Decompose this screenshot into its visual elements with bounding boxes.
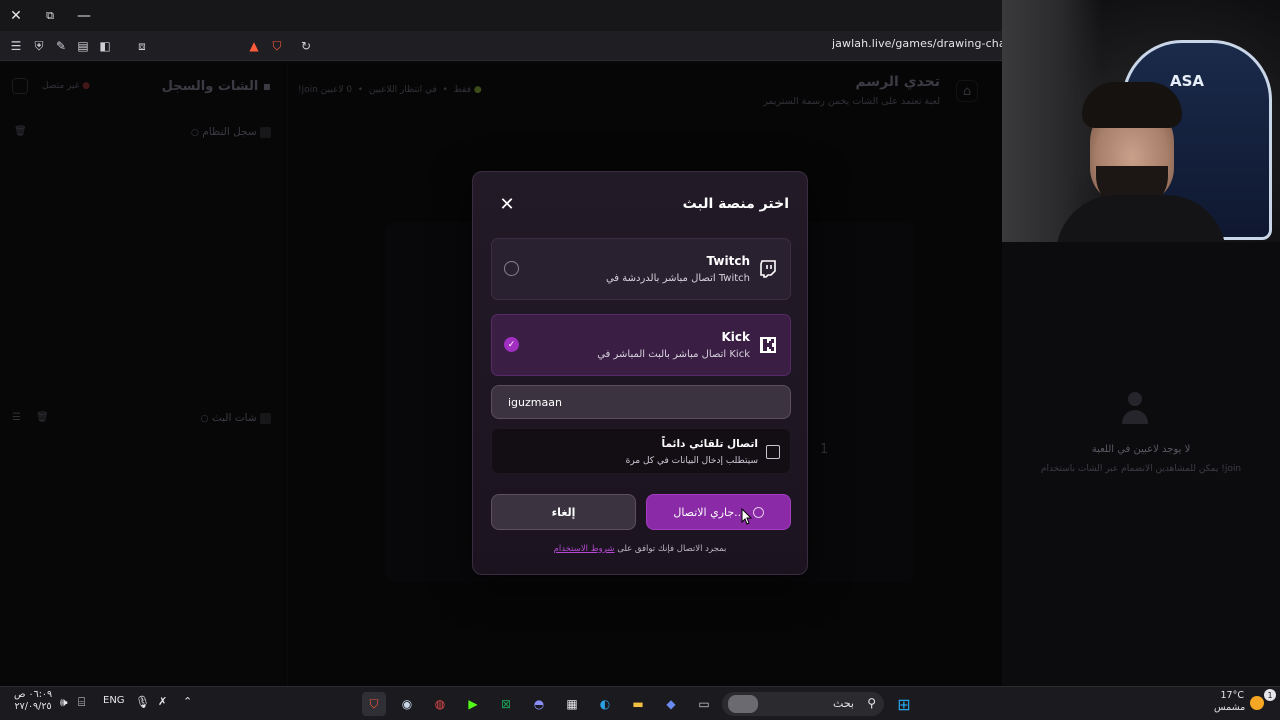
user-icon xyxy=(1120,392,1150,428)
connect-button[interactable]: جاري الاتصال... xyxy=(646,494,791,530)
terms-text: بمجرد الاتصال فإنك توافق على شروط الاستخ… xyxy=(553,544,727,554)
obs-app-icon[interactable]: ◍ xyxy=(428,692,452,716)
browser-titlebar: ✕ ⧉ — xyxy=(0,0,1002,31)
browser-toolbar: ☰ ⛨ ✎ ▤ ◧ ⧈ ▲ ⛉ ↻ jawlah.live/games/draw… xyxy=(0,31,1002,61)
copilot-app-icon[interactable]: ◆ xyxy=(659,692,683,716)
start-icon[interactable]: ⊞ xyxy=(892,692,916,716)
kick-name: Kick xyxy=(721,330,750,344)
search-highlight-icon xyxy=(728,695,758,713)
search-icon: ⚲ xyxy=(867,696,876,710)
twitch-desc: اتصال مباشر بالدردشة في Twitch xyxy=(605,273,750,284)
chevron-up-icon[interactable]: ⌃ xyxy=(183,695,192,708)
reader-icon[interactable]: ▤ xyxy=(74,37,92,55)
minimize-window-icon[interactable]: — xyxy=(74,6,94,26)
modal-title: اختر منصة البث xyxy=(682,196,789,212)
auto-connect-option[interactable]: اتصال تلقائي دائماً سيتطلب إدخال البيانا… xyxy=(491,428,791,474)
network-icon[interactable]: ⌸ xyxy=(78,695,85,710)
platform-option-kick[interactable]: ✓ Kick اتصال مباشر بالبث المباشر في Kick xyxy=(491,314,791,376)
players-panel: لا يوجد لاعبين في اللعبة يمكن للمشاهدين … xyxy=(1002,242,1280,686)
edge-app-icon[interactable]: ◐ xyxy=(593,692,617,716)
reload-icon[interactable]: ↻ xyxy=(297,37,315,55)
excel-app-icon[interactable]: ⊠ xyxy=(494,692,518,716)
close-window-icon[interactable]: ✕ xyxy=(6,6,26,26)
search-box[interactable]: بحث ⚲ xyxy=(722,692,884,716)
connect-label: جاري الاتصال... xyxy=(673,505,745,519)
task-view-icon[interactable]: ▭ xyxy=(692,692,716,716)
volume-icon[interactable]: 🕪 xyxy=(60,695,68,710)
close-icon[interactable]: ✕ xyxy=(497,194,517,215)
kick-icon xyxy=(758,335,778,355)
auto-connect-checkbox[interactable] xyxy=(766,445,780,459)
cancel-button[interactable]: إلغاء xyxy=(491,494,636,530)
no-players-hint: يمكن للمشاهدين الانضمام عبر الشات باستخد… xyxy=(1040,464,1242,474)
menu-icon[interactable]: ☰ xyxy=(7,37,25,55)
clock[interactable]: ٠٦:٠٩ ص ٢٧/٠٩/٢٥ xyxy=(14,689,52,713)
weather-widget[interactable]: 17°C مشمس xyxy=(1214,690,1245,714)
platform-option-twitch[interactable]: Twitch اتصال مباشر بالدردشة في Twitch xyxy=(491,238,791,300)
auto-connect-desc: سيتطلب إدخال البيانات في كل مرة xyxy=(625,456,758,466)
sidebar-icon[interactable]: ◧ xyxy=(96,37,114,55)
chair-logo: ASA xyxy=(1170,72,1205,90)
mute-icon[interactable]: ✗ xyxy=(158,695,167,708)
store-app-icon[interactable]: ▦ xyxy=(560,692,584,716)
microphone-icon[interactable]: 🎙 xyxy=(135,695,150,709)
shield-icon[interactable]: ⛨ xyxy=(30,37,48,55)
restore-window-icon[interactable]: ⧉ xyxy=(40,6,60,26)
twitch-icon xyxy=(758,259,778,279)
webcam-feed: ASA xyxy=(1002,0,1280,242)
terms-link[interactable]: شروط الاستخدام xyxy=(554,544,615,554)
twitch-name: Twitch xyxy=(706,254,750,268)
language-indicator[interactable]: ENG xyxy=(103,695,125,706)
auto-connect-title: اتصال تلقائي دائماً xyxy=(661,438,758,450)
platform-modal: ✕ اختر منصة البث Twitch اتصال مباشر بالد… xyxy=(472,171,808,575)
notification-badge[interactable]: 1 xyxy=(1264,689,1276,701)
spinner-icon xyxy=(752,506,764,518)
search-placeholder: بحث xyxy=(833,697,854,710)
twitch-radio[interactable] xyxy=(504,261,519,276)
rewards-icon[interactable]: ▲ xyxy=(245,37,263,55)
sun-icon xyxy=(1250,696,1264,710)
brave-app-icon[interactable]: ⛉ xyxy=(362,692,386,716)
mouse-cursor-icon xyxy=(741,508,753,525)
hair xyxy=(1082,82,1182,128)
kick-desc: اتصال مباشر بالبث المباشر في Kick xyxy=(597,349,750,360)
screenshot-icon[interactable]: ⧈ xyxy=(133,37,151,55)
taskbar: ٠٦:٠٩ ص ٢٧/٠٩/٢٥ 🕪 ⌸ ENG 🎙 ✗ ⌃ ⛉ ◉ ◍ ▶ ⊠… xyxy=(0,686,1280,720)
channel-input[interactable]: iguzmaan xyxy=(491,385,791,419)
no-players-text: لا يوجد لاعبين في اللعبة xyxy=(1091,444,1191,455)
brave-shield-icon[interactable]: ⛉ xyxy=(268,37,286,55)
kick-radio-checked[interactable]: ✓ xyxy=(504,337,519,352)
files-app-icon[interactable]: ▬ xyxy=(626,692,650,716)
discord-app-icon[interactable]: ◓ xyxy=(527,692,551,716)
steam-app-icon[interactable]: ◉ xyxy=(395,692,419,716)
address-bar[interactable]: jawlah.live/games/drawing-challe xyxy=(832,37,1002,55)
extension-icon[interactable]: ✎ xyxy=(52,37,70,55)
kick-app-icon[interactable]: ▶ xyxy=(461,692,485,716)
